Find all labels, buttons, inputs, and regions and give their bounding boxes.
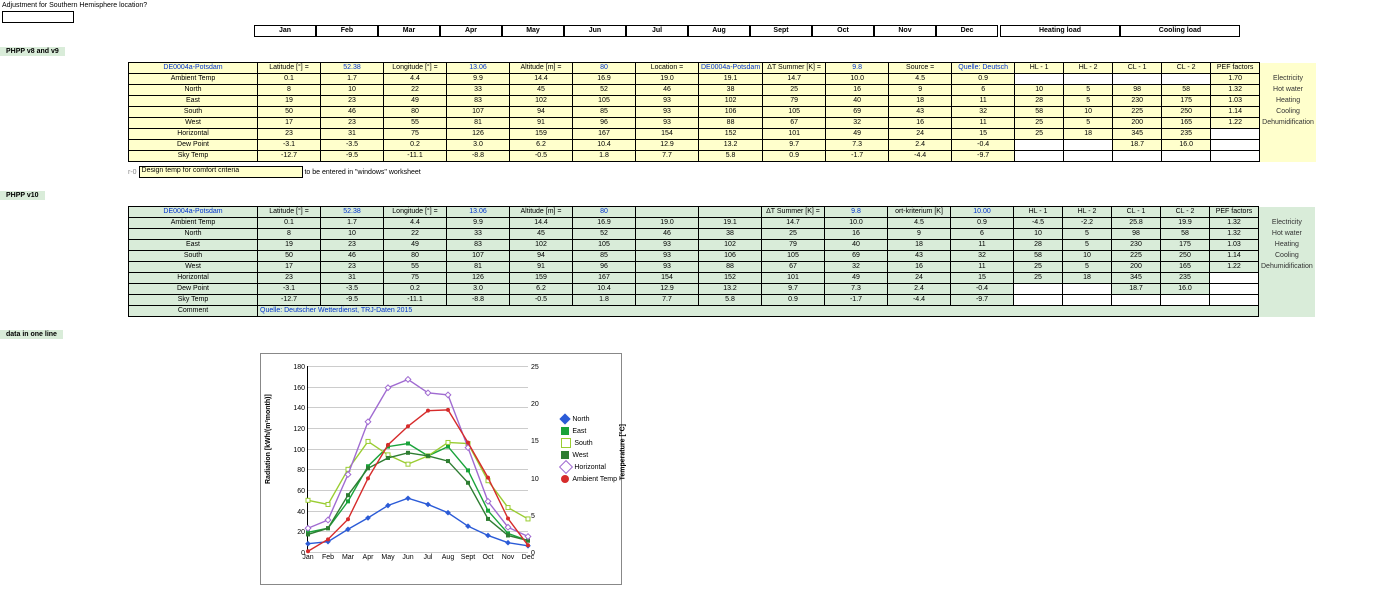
table-v8v9: DE0004a-PotsdamLatitude [°] =52.38Longit… [128, 62, 1317, 162]
table-row: Ambient Temp0.11.74.49.914.416.919.019.1… [129, 218, 1316, 229]
month-header: Jan [254, 25, 316, 37]
legend-item: East [561, 426, 617, 438]
month-header: Oct [812, 25, 874, 37]
table-row: CommentQuelle: Deutscher Wetterdienst, T… [129, 306, 1316, 317]
legend-item: Ambient Temp [561, 474, 617, 486]
month-header: May [502, 25, 564, 37]
month-header: Nov [874, 25, 936, 37]
adjust-label: Adjustment for Southern Hemisphere locat… [2, 2, 147, 9]
table-row: East192349831021059310279401811285230175… [129, 96, 1317, 107]
table-row: Horizontal233175126159167154152101492415… [129, 129, 1317, 140]
design-temp-hint: to be entered in "windows" worksheet [304, 169, 420, 176]
table-row: West1723558191969388673216112552001651.2… [129, 118, 1317, 129]
table-row: Horizontal233175126159167154152101492415… [129, 273, 1316, 284]
month-header: Feb [316, 25, 378, 37]
legend-item: North [561, 414, 617, 426]
section-data1line: data in one line [0, 330, 63, 339]
month-header: Aug [688, 25, 750, 37]
table-row: East192349831021059310279401811285230175… [129, 240, 1316, 251]
legend-item: South [561, 438, 617, 450]
legend-item: West [561, 450, 617, 462]
month-header: Jun [564, 25, 626, 37]
month-header: Mar [378, 25, 440, 37]
chart-y1-label: Radiation [kWh/(m²month)] [265, 394, 272, 484]
table-row: North81022334552463825169610598581.32Hot… [129, 85, 1317, 96]
table-row: South50468010794859310610569433258102252… [129, 107, 1317, 118]
design-temp-input[interactable]: Design temp for comfort criteria [139, 166, 303, 178]
table-row: West1723558191969388673216112552001651.2… [129, 262, 1316, 273]
table-row: Dew Point-3.1-3.50.23.06.210.412.913.29.… [129, 284, 1316, 295]
table-row: Sky Temp-12.7-9.5-11.1-8.8-0.51.87.75.80… [129, 295, 1316, 306]
climate-chart: Radiation [kWh/(m²month)] Temperature [°… [260, 353, 622, 585]
chart-legend: NorthEastSouthWestHorizontalAmbient Temp [561, 414, 617, 486]
chart-y2-label: Temperature [°C] [619, 424, 626, 480]
load-header: Cooling load [1120, 25, 1240, 37]
section-v10: PHPP v10 [0, 191, 45, 200]
section-v8v9: PHPP v8 and v9 [0, 47, 65, 56]
table-row: Dew Point-3.1-3.50.23.06.210.412.913.29.… [129, 140, 1317, 151]
month-header-row: JanFebMarAprMayJunJulAugSeptOctNovDecHea… [254, 25, 1400, 37]
load-header: Heating load [1000, 25, 1120, 37]
adjust-input[interactable] [2, 11, 74, 23]
table-row: Ambient Temp0.11.74.49.914.416.919.019.1… [129, 74, 1317, 85]
month-header: Sept [750, 25, 812, 37]
table-v10: DE0004a-PotsdamLatitude [°] =52.38Longit… [128, 206, 1316, 317]
table-row: Sky Temp-12.7-9.5-11.1-8.8-0.51.87.75.80… [129, 151, 1317, 162]
table-row: North81022334552463825169610598581.32Hot… [129, 229, 1316, 240]
table-row: South50468010794859310610569433258102252… [129, 251, 1316, 262]
month-header: Apr [440, 25, 502, 37]
month-header: Jul [626, 25, 688, 37]
month-header: Dec [936, 25, 998, 37]
legend-item: Horizontal [561, 462, 617, 474]
